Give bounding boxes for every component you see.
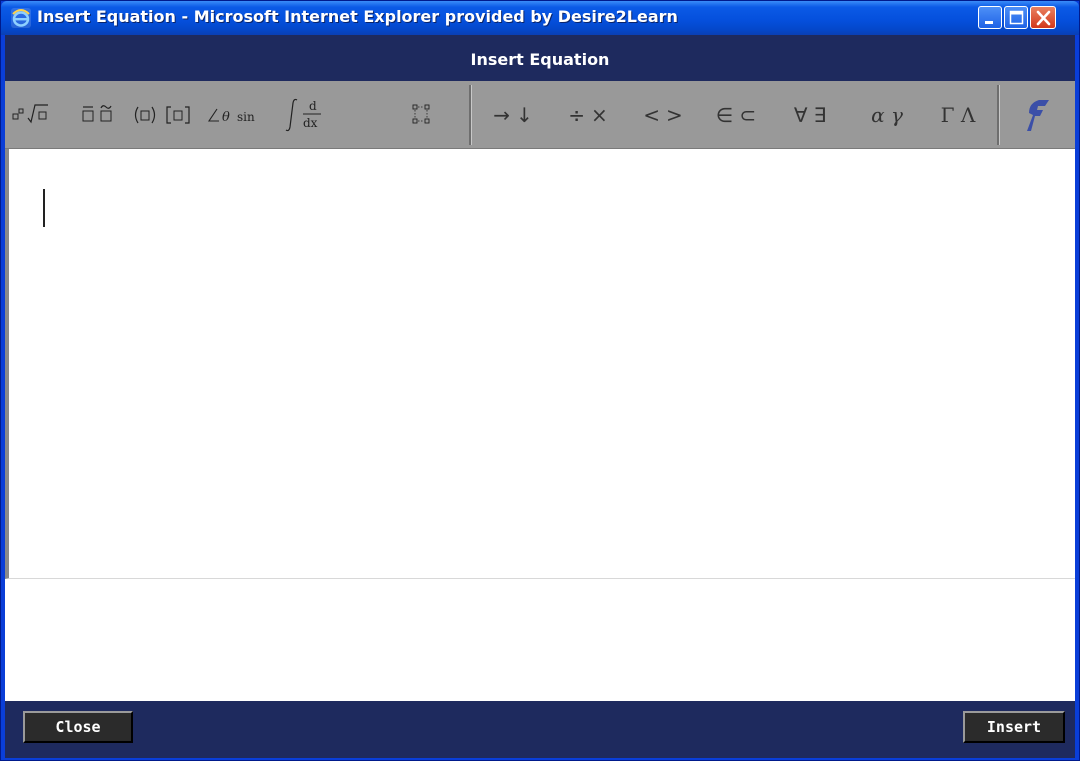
accents-tool[interactable] [79, 99, 125, 131]
window: Insert Equation - Microsoft Internet Exp… [0, 0, 1080, 761]
insert-button[interactable]: Insert [963, 711, 1065, 743]
matrix-icon [412, 104, 430, 124]
operators-symbols: ÷× [568, 103, 614, 127]
minimize-icon [985, 21, 993, 24]
sets-symbols: ∈⊂ [715, 103, 763, 127]
logic-tool[interactable]: ∀∃ [787, 99, 839, 131]
sets-tool[interactable]: ∈⊂ [711, 99, 767, 131]
calculus-tool[interactable]: d dx [281, 98, 345, 132]
ie-icon [11, 8, 31, 28]
dialog: Insert Equation θ sin d dx →↓ ÷× <> ∈⊂ ∀… [5, 35, 1075, 758]
relations-tool[interactable]: <> [637, 99, 695, 131]
maximize-button[interactable] [1004, 6, 1028, 29]
greek-lower-symbols: α γ [871, 103, 903, 127]
overbar-tilde-icon [82, 105, 112, 122]
functions-tool[interactable]: θ sin [205, 99, 273, 131]
arrows-symbols: →↓ [493, 103, 539, 127]
wrench-icon [1027, 100, 1049, 131]
dialog-header: Insert Equation [5, 35, 1075, 81]
superscript-radical-icon [12, 104, 48, 124]
brackets-tool[interactable] [131, 99, 199, 131]
svg-text:dx: dx [303, 116, 318, 130]
toolbar-separator [997, 85, 1000, 145]
matrix-tool[interactable] [409, 99, 435, 131]
parentheses-brackets-icon [134, 106, 190, 124]
angle-theta-sin-icon: θ sin [207, 108, 255, 125]
settings-tool[interactable] [1011, 95, 1055, 135]
logic-symbols: ∀∃ [793, 103, 833, 127]
close-button[interactable]: Close [23, 711, 133, 743]
relations-symbols: <> [643, 103, 689, 127]
maximize-icon [1009, 10, 1024, 25]
close-icon [1036, 10, 1051, 26]
integral-derivative-icon: d dx [285, 98, 321, 132]
minimize-button[interactable] [978, 6, 1002, 29]
toolbar-separator [469, 85, 472, 145]
greek-upper-tool[interactable]: Γ Λ [929, 99, 987, 131]
preview-area [5, 579, 1075, 701]
equation-toolbar: θ sin d dx →↓ ÷× <> ∈⊂ ∀∃ α γ Γ Λ [5, 81, 1075, 149]
greek-lower-tool[interactable]: α γ [855, 99, 919, 131]
text-caret [43, 189, 45, 227]
svg-text:d: d [309, 99, 317, 113]
title-bar[interactable]: Insert Equation - Microsoft Internet Exp… [1, 1, 1079, 35]
greek-upper-symbols: Γ Λ [940, 103, 976, 127]
close-window-button[interactable] [1030, 6, 1056, 29]
arrows-tool[interactable]: →↓ [485, 99, 547, 131]
operators-tool[interactable]: ÷× [561, 99, 621, 131]
svg-text:θ: θ [222, 110, 230, 125]
dialog-footer: Close Insert [5, 701, 1075, 758]
scripts-radicals-tool[interactable] [11, 99, 71, 131]
window-title: Insert Equation - Microsoft Internet Exp… [37, 7, 678, 26]
sin-label: sin [237, 110, 255, 124]
equation-editor[interactable] [5, 149, 1075, 579]
